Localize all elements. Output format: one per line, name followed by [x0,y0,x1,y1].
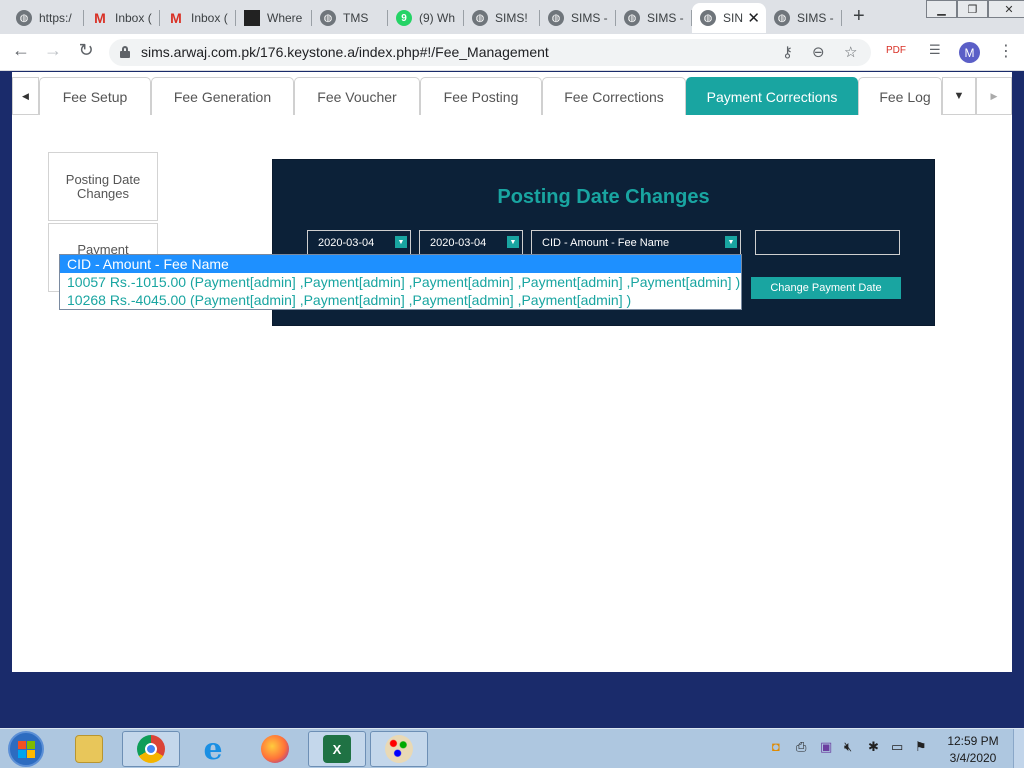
windows-taskbar: e X ◘ ⎙ ▣ 🔇︎ ✱ ▭ ⚑ 12:59 PM 3/4/2020 [0,728,1024,768]
dropdown-option[interactable]: CID - Amount - Fee Name [60,255,741,273]
paint-icon[interactable] [370,731,428,767]
tray-network-icon[interactable]: ⎙ [796,739,806,755]
flag-icon[interactable]: ⚑ [915,739,927,755]
zoom-icon[interactable]: ⊖ [812,43,825,61]
from-date-select[interactable]: 2020-03-04 ▼ [307,230,411,255]
browser-tab[interactable]: ◍ SIMS! [464,3,540,33]
browser-tab-active[interactable]: ◍ SIN ✕ [692,3,766,33]
pdf-extension-icon[interactable]: PDF [886,45,906,56]
new-tab-button[interactable]: + [853,5,865,28]
tab-fee-voucher[interactable]: Fee Voucher [294,77,420,115]
ie-icon[interactable]: e [184,731,242,767]
browser-toolbar: ← → ↻ sims.arwaj.com.pk/176.keystone.a/i… [0,34,1024,71]
sidenav-posting-date-changes[interactable]: Posting Date Changes [48,152,158,221]
globe-icon: ◍ [548,10,564,26]
excel-icon[interactable]: X [308,731,366,767]
page-content: ◀ Fee Setup Fee Generation Fee Voucher F… [12,72,1012,672]
key-icon[interactable]: ⚷ [782,43,793,61]
system-clock[interactable]: 12:59 PM 3/4/2020 [944,733,1002,767]
dropdown-option[interactable]: 10057 Rs.-1015.00 (Payment[admin] ,Payme… [60,273,741,291]
fee-management-tabs: ◀ Fee Setup Fee Generation Fee Voucher F… [12,77,1012,115]
gmail-icon: M [170,10,182,26]
window-controls: ▁ ❐ ✕ [926,0,1024,18]
address-bar[interactable]: sims.arwaj.com.pk/176.keystone.a/index.p… [109,39,871,66]
show-desktop-button[interactable] [1013,729,1024,768]
monitor-icon[interactable]: ▭ [891,739,903,755]
browser-tab-strip: ◍ https:/ M Inbox ( M Inbox ( Where ◍ TMS 9(… [0,0,1024,34]
tabs-dropdown-icon[interactable]: ▼ [942,77,976,115]
globe-icon: ◍ [472,10,488,26]
firefox-icon[interactable] [246,731,304,767]
close-window-icon[interactable]: ✕ [988,0,1024,18]
chevron-down-icon: ▼ [725,236,737,248]
globe-icon: ◍ [774,10,790,26]
chevron-down-icon: ▼ [507,236,519,248]
url-text: sims.arwaj.com.pk/176.keystone.a/index.p… [141,44,549,60]
globe-icon: ◍ [16,10,32,26]
chevron-down-icon: ▼ [395,236,407,248]
forward-icon[interactable]: → [41,40,65,61]
browser-tab[interactable]: M Inbox ( [160,3,236,33]
browser-tab[interactable]: 9 (9) Wh [388,3,464,33]
browser-tab[interactable]: ◍ TMS [312,3,388,33]
tab-payment-corrections[interactable]: Payment Corrections [686,77,858,115]
cid-dropdown-list: CID - Amount - Fee Name 10057 Rs.-1015.0… [59,254,742,310]
browser-tab[interactable]: ◍ https:/ [8,3,84,33]
globe-icon: ◍ [320,10,336,26]
back-icon[interactable]: ← [9,40,33,61]
bluetooth-icon[interactable]: ✱ [868,739,879,755]
tab-fee-corrections[interactable]: Fee Corrections [542,77,686,115]
explorer-icon[interactable] [60,731,118,767]
chrome-icon[interactable] [122,731,180,767]
browser-tab[interactable]: ◍ SIMS - [616,3,692,33]
tab-fee-log[interactable]: Fee Log [858,77,942,115]
profile-avatar[interactable]: M [959,42,980,63]
speaker-muted-icon[interactable]: 🔇︎ [844,739,852,755]
menu-dots-icon[interactable]: ⋮ [998,41,1014,61]
dropdown-option[interactable]: 10268 Rs.-4045.00 (Payment[admin] ,Payme… [60,291,741,309]
gmail-icon: M [94,10,106,26]
globe-icon: ◍ [700,10,716,26]
lock-icon [120,46,130,58]
tray-onenote-icon[interactable]: ▣ [820,739,832,755]
clock-time: 12:59 PM [947,734,999,748]
whatsapp-icon: 9 [396,10,412,26]
change-payment-date-button[interactable]: Change Payment Date [751,277,901,299]
new-date-input[interactable] [755,230,900,255]
browser-tab[interactable]: Where [236,3,312,33]
tray-app-icon[interactable]: ◘ [772,739,780,754]
clock-date: 3/4/2020 [949,751,997,765]
globe-icon: ◍ [624,10,640,26]
tab-fee-posting[interactable]: Fee Posting [420,77,542,115]
tab-fee-setup[interactable]: Fee Setup [39,77,151,115]
close-tab-icon[interactable]: ✕ [747,9,760,27]
minimize-icon[interactable]: ▁ [926,0,957,18]
maximize-icon[interactable]: ❐ [957,0,988,18]
scroll-right-icon[interactable]: ▶ [976,77,1012,115]
bookmark-star-icon[interactable]: ☆ [844,43,857,61]
browser-tab[interactable]: ◍ SIMS - [766,3,842,33]
reload-icon[interactable]: ↻ [74,40,98,61]
image-icon [244,10,260,26]
cid-amount-select[interactable]: CID - Amount - Fee Name ▼ [531,230,741,255]
browser-tab[interactable]: M Inbox ( [84,3,160,33]
tab-fee-generation[interactable]: Fee Generation [151,77,294,115]
media-icon[interactable]: ☰ [929,42,941,58]
panel-title: Posting Date Changes [497,186,710,208]
windows-start-button[interactable] [8,731,44,767]
to-date-select[interactable]: 2020-03-04 ▼ [419,230,523,255]
browser-tab[interactable]: ◍ SIMS - [540,3,616,33]
scroll-left-icon[interactable]: ◀ [12,77,39,115]
